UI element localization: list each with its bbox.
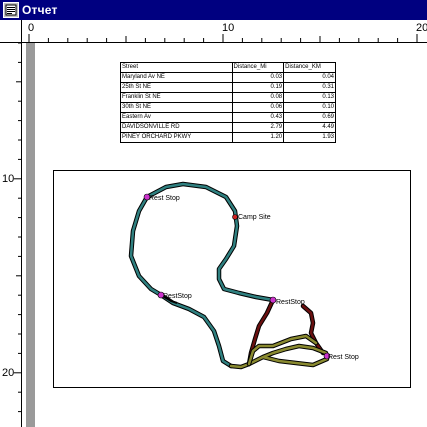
- route-olive: [228, 333, 330, 370]
- map-label-rest-stop: Rest Stop: [149, 195, 180, 202]
- column-header: Distance_KM: [283, 62, 336, 73]
- table-row: Maryland Av NE 0.03 0.04: [120, 72, 336, 83]
- table-row: 25th St NE 0.19 0.31: [120, 82, 336, 93]
- route-darkred: [246, 297, 326, 367]
- ruler-label-10: 10: [222, 22, 235, 34]
- table-row: PINEY ORCHARD PKWY 1.20 1.93: [120, 132, 336, 143]
- cell-distance-km: 0.69: [283, 112, 336, 123]
- cell-distance-mi: 1.20: [231, 132, 285, 143]
- map-label-rest-stop: Rest Stop: [328, 354, 359, 361]
- cell-distance-mi: 0.06: [231, 102, 285, 113]
- page-shadow: [26, 43, 35, 427]
- cell-street: PINEY ORCHARD PKWY: [120, 132, 233, 143]
- camp-site-marker[interactable]: [232, 214, 238, 220]
- route-teal: [128, 181, 276, 369]
- cell-distance-km: 1.93: [283, 132, 336, 143]
- table-row: DAVIDSONVILLE RD 2.79 4.49: [120, 122, 336, 133]
- column-header: Distance_Mi: [231, 62, 285, 73]
- ruler-label-0: 0: [28, 22, 35, 34]
- column-header: Street: [120, 62, 233, 73]
- table-row: Franklin St NE 0.08 0.13: [120, 92, 336, 103]
- cell-distance-mi: 0.43: [231, 112, 285, 123]
- cell-street: DAVIDSONVILLE RD: [120, 122, 233, 133]
- cell-street: 25th St NE: [120, 82, 233, 93]
- route-map-frame: Rest Stop Camp Site RestStop RestStop Re…: [53, 170, 411, 388]
- app-icon[interactable]: [3, 2, 19, 18]
- table-row: Eastern Av 0.43 0.69: [120, 112, 336, 123]
- vertical-ruler: 10 20: [0, 43, 22, 427]
- map-label-rest-stop: RestStop: [276, 299, 305, 306]
- cell-street: Eastern Av: [120, 112, 233, 123]
- cell-distance-km: 0.13: [283, 92, 336, 103]
- cell-distance-km: 0.31: [283, 82, 336, 93]
- ruler-label-20: 20: [416, 22, 427, 34]
- cell-distance-km: 0.04: [283, 72, 336, 83]
- horizontal-ruler: 0 10 20: [22, 20, 427, 43]
- table-header-row: Street Distance_Mi Distance_KM: [120, 62, 336, 73]
- cell-street: 30th St NE: [120, 102, 233, 113]
- ruler-label-left-10: 10: [2, 173, 15, 185]
- cell-street: Franklin St NE: [120, 92, 233, 103]
- route-table: Street Distance_Mi Distance_KM Maryland …: [120, 62, 336, 143]
- cell-distance-mi: 0.08: [231, 92, 285, 103]
- cell-street: Maryland Av NE: [120, 72, 233, 83]
- ruler-label-left-20: 20: [2, 367, 15, 379]
- table-row: 30th St NE 0.06 0.10: [120, 102, 336, 113]
- cell-distance-km: 0.10: [283, 102, 336, 113]
- cell-distance-mi: 2.79: [231, 122, 285, 133]
- title-bar[interactable]: Отчет: [0, 0, 427, 20]
- cell-distance-km: 4.49: [283, 122, 336, 133]
- window-title: Отчет: [22, 3, 58, 17]
- ruler-corner: [0, 20, 22, 43]
- cell-distance-mi: 0.19: [231, 82, 285, 93]
- map-label-camp-site: Camp Site: [238, 214, 271, 221]
- map-label-rest-stop: RestStop: [163, 293, 192, 300]
- cell-distance-mi: 0.03: [231, 72, 285, 83]
